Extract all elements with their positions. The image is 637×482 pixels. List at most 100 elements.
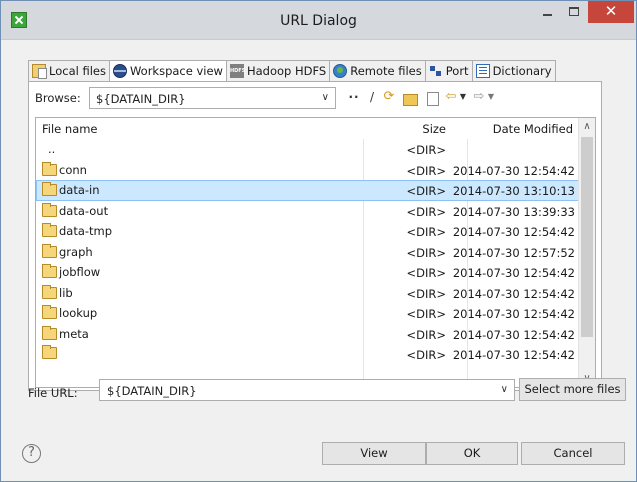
refresh-icon[interactable]: ⟳ <box>381 90 397 106</box>
forward-history-dropdown-icon[interactable]: ▼ <box>487 90 495 106</box>
table-row[interactable]: graph <DIR> 2014-07-30 12:57:52 <box>36 242 579 263</box>
table-row[interactable]: lookup <DIR> 2014-07-30 12:54:42 <box>36 303 579 324</box>
folder-icon <box>42 223 57 237</box>
folder-icon <box>42 264 57 278</box>
workspace-panel: Browse: ${DATAIN_DIR} ∨ ·· / ⟳ ⇦ ▼ ⇨ ▼ F… <box>28 81 602 391</box>
table-row[interactable]: conn <DIR> 2014-07-30 12:54:42 <box>36 160 579 181</box>
file-name-text: data-out <box>59 203 109 218</box>
folder-icon <box>42 305 57 319</box>
tab-workspace-view[interactable]: Workspace view <box>108 60 226 82</box>
file-size-cell: <DIR> <box>406 307 446 321</box>
table-row[interactable]: meta <DIR> 2014-07-30 12:54:42 <box>36 324 579 345</box>
forward-arrow-icon[interactable]: ⇨ <box>472 90 486 106</box>
date-modified-cell: 2014-07-30 12:54:42 <box>452 266 575 280</box>
vertical-scrollbar[interactable]: ∧ ∨ <box>578 118 595 387</box>
remote-files-icon <box>333 64 348 78</box>
port-icon <box>429 64 443 78</box>
tab-hadoop-hdfs[interactable]: HDFS Hadoop HDFS <box>225 60 330 82</box>
table-row[interactable]: data-out <DIR> 2014-07-30 13:39:33 <box>36 201 579 222</box>
file-url-label: File URL: <box>28 386 78 400</box>
table-row[interactable]: jobflow <DIR> 2014-07-30 12:54:42 <box>36 262 579 283</box>
close-icon: ✕ <box>604 2 618 20</box>
close-button[interactable]: ✕ <box>588 1 634 23</box>
scrollbar-thumb[interactable] <box>581 137 593 337</box>
tab-label: Hadoop HDFS <box>246 64 327 78</box>
view-button[interactable]: View <box>322 442 426 465</box>
table-body: .. <DIR> conn <DIR> 2014-07-30 12:54:42 data-… <box>36 139 579 365</box>
folder-icon <box>42 284 57 299</box>
cancel-button[interactable]: Cancel <box>521 442 625 465</box>
file-size-cell: <DIR> <box>406 184 446 198</box>
table-row[interactable]: lib <DIR> 2014-07-30 12:54:42 <box>36 283 579 304</box>
maximize-icon <box>569 7 579 16</box>
tab-port[interactable]: Port <box>424 60 472 82</box>
file-name-text: lookup <box>59 306 98 320</box>
maximize-button[interactable] <box>561 1 588 23</box>
file-size-cell: <DIR> <box>406 143 446 157</box>
folder-icon <box>42 243 57 258</box>
date-modified-cell: 2014-07-30 12:54:42 <box>452 286 575 301</box>
chevron-down-icon[interactable]: ∨ <box>322 92 329 103</box>
tab-label: Port <box>445 64 469 78</box>
tab-local-files[interactable]: Local files <box>28 60 109 82</box>
chevron-down-icon[interactable]: ∨ <box>501 384 508 395</box>
file-name-cell: meta <box>42 325 89 341</box>
file-name-cell: jobflow <box>42 264 101 279</box>
date-modified-cell: 2014-07-30 12:54:42 <box>452 348 575 362</box>
select-more-files-button[interactable]: Select more files <box>519 378 626 401</box>
table-row[interactable]: data-tmp <DIR> 2014-07-30 12:54:42 <box>36 221 579 242</box>
back-history-dropdown-icon[interactable]: ▼ <box>459 90 467 106</box>
date-modified-cell: 2014-07-30 13:39:33 <box>452 204 575 219</box>
file-url-combo[interactable]: ${DATAIN_DIR} ∨ <box>99 379 515 401</box>
file-url-value: ${DATAIN_DIR} <box>107 384 197 398</box>
table-row[interactable]: <DIR> 2014-07-30 12:54:42 <box>36 344 579 365</box>
file-name-text: lib <box>59 285 73 300</box>
ok-button[interactable]: OK <box>426 442 518 465</box>
file-size-cell: <DIR> <box>406 348 446 362</box>
folder-icon <box>42 161 57 176</box>
parent-directory-icon[interactable]: ·· <box>347 90 361 106</box>
file-table: File name Size Date Modified .. <DIR> conn… <box>35 117 596 388</box>
file-name-cell: lib <box>42 284 73 300</box>
browse-combo[interactable]: ${DATAIN_DIR} ∨ <box>89 87 336 109</box>
scroll-up-icon[interactable]: ∧ <box>582 121 592 132</box>
root-directory-icon[interactable]: / <box>367 90 377 106</box>
browse-label: Browse: <box>35 91 81 105</box>
table-row[interactable]: data-in <DIR> 2014-07-30 13:10:13 <box>36 180 579 201</box>
title-bar[interactable]: URL Dialog ✕ <box>1 1 636 40</box>
source-tabs: Local files Workspace view HDFS Hadoop H… <box>28 60 556 82</box>
browse-value: ${DATAIN_DIR} <box>96 92 186 106</box>
file-size-cell: <DIR> <box>406 245 446 260</box>
file-name-text: data-tmp <box>59 224 113 238</box>
local-files-icon <box>32 64 47 79</box>
file-name-cell: .. <box>42 142 55 156</box>
file-name-text: meta <box>59 326 89 341</box>
column-header-size[interactable]: Size <box>422 122 446 136</box>
tab-dictionary[interactable]: Dictionary <box>471 60 556 82</box>
date-modified-cell: 2014-07-30 12:57:52 <box>452 245 575 260</box>
table-header: File name Size Date Modified <box>36 118 579 139</box>
tab-label: Local files <box>49 64 106 78</box>
folder-icon <box>42 202 57 217</box>
date-modified-cell: 2014-07-30 13:10:13 <box>452 184 575 198</box>
file-name-cell: graph <box>42 243 93 259</box>
file-name-cell: conn <box>42 161 87 177</box>
column-header-file-name[interactable]: File name <box>42 122 98 136</box>
workspace-icon <box>112 64 127 78</box>
new-folder-icon[interactable] <box>403 90 419 106</box>
tab-label: Dictionary <box>492 64 552 78</box>
date-modified-cell: 2014-07-30 12:54:42 <box>452 225 575 239</box>
minimize-icon <box>543 14 552 16</box>
folder-icon <box>42 345 57 359</box>
help-icon[interactable]: ? <box>22 444 41 463</box>
new-file-icon[interactable] <box>425 90 439 106</box>
file-size-cell: <DIR> <box>406 163 446 178</box>
folder-icon <box>42 325 57 340</box>
table-row[interactable]: .. <DIR> <box>36 139 579 160</box>
file-name-text: conn <box>59 162 87 177</box>
back-arrow-icon[interactable]: ⇦ <box>444 90 458 106</box>
minimize-button[interactable] <box>534 1 561 23</box>
column-header-date-modified[interactable]: Date Modified <box>493 122 573 136</box>
file-name-text: jobflow <box>59 265 101 279</box>
tab-remote-files[interactable]: Remote files <box>329 60 425 82</box>
